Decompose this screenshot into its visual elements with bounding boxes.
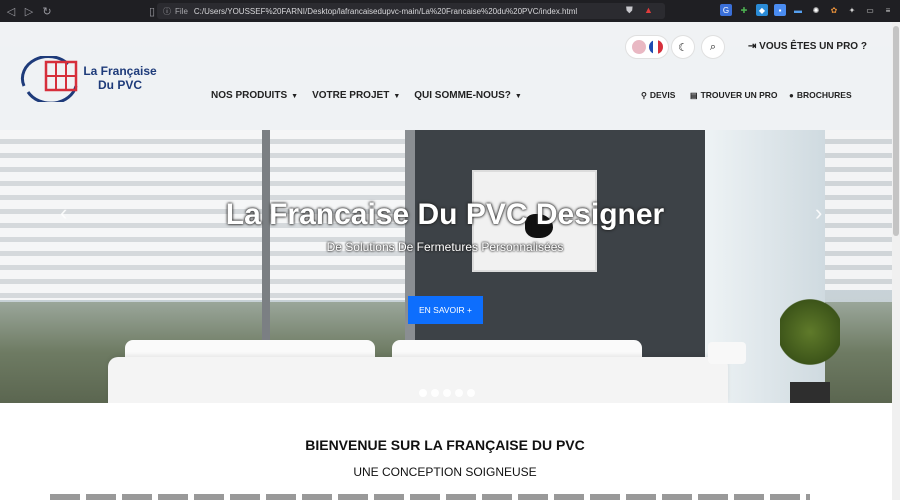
- nav-item-project[interactable]: VOTRE PROJET ▼: [312, 90, 400, 101]
- nav-item-about[interactable]: QUI SOMME-NOUS? ▼: [414, 90, 522, 101]
- dark-mode-toggle-icon[interactable]: ☾: [672, 36, 694, 58]
- quote-link[interactable]: ⚲ DEVIS: [641, 90, 675, 100]
- file-label: File: [175, 6, 188, 16]
- quote-label: DEVIS: [649, 90, 676, 100]
- language-switcher[interactable]: [626, 36, 668, 58]
- extension-icon[interactable]: ▬: [792, 4, 804, 16]
- browser-toolbar: ◁ ▷ ↻ ▯ ⓘ File C:/Users/YOUSSEF%20FARNI/…: [0, 0, 900, 22]
- plant: [780, 297, 840, 367]
- welcome-subheading: UNE CONCEPTION SOIGNEUSE: [353, 465, 537, 479]
- document-icon: ▤: [690, 91, 698, 100]
- brochures-link[interactable]: ● BROCHURES: [789, 90, 852, 100]
- extension-icon[interactable]: ✚: [738, 4, 750, 16]
- body-text-line: [50, 494, 810, 500]
- puzzle-icon[interactable]: ✦: [846, 4, 858, 16]
- warning-icon[interactable]: ▲: [644, 5, 655, 16]
- plant-pot: [790, 382, 830, 403]
- nav-item-label: QUI SOMME-NOUS?: [414, 90, 511, 101]
- brochures-label: BROCHURES: [796, 90, 852, 100]
- carousel-dot[interactable]: [443, 389, 451, 397]
- settings-icon[interactable]: ✺: [810, 4, 822, 16]
- sofa: [108, 357, 728, 403]
- caret-down-icon: ▼: [393, 93, 401, 100]
- pro-link[interactable]: ⇥ VOUS ÊTES UN PRO ?: [748, 41, 867, 52]
- carousel-indicators: [419, 389, 475, 397]
- logo-line: La Française: [83, 64, 157, 78]
- caret-down-icon: ▼: [514, 93, 522, 100]
- logo-line: Du PVC: [97, 78, 142, 92]
- carousel-dot[interactable]: [455, 389, 463, 397]
- extension-icon[interactable]: ◆: [756, 4, 768, 16]
- carousel-dot[interactable]: [467, 389, 475, 397]
- info-icon: ⓘ: [163, 6, 171, 16]
- carousel-dot[interactable]: [419, 389, 427, 397]
- pin-icon: ⚲: [641, 91, 647, 100]
- page-scrollbar[interactable]: [892, 22, 900, 500]
- main-navigation: NOS PRODUITS ▼ VOTRE PROJET ▼ QUI SOMME-NO…: [211, 90, 522, 101]
- translate-icon[interactable]: G: [720, 4, 732, 16]
- sidebar-icon[interactable]: ▭: [864, 4, 876, 16]
- site-header: La Française Du PVC ☾ ⌕ ⇥ VOUS ÊTES UN P…: [0, 22, 892, 130]
- search-icon[interactable]: ⌕: [702, 36, 724, 58]
- pro-link-label: VOUS ÊTES UN PRO ?: [759, 41, 867, 52]
- save-icon[interactable]: ▪: [774, 4, 786, 16]
- back-icon[interactable]: ◁: [4, 4, 18, 18]
- fr-flag-icon[interactable]: [648, 40, 663, 54]
- login-icon: ⇥: [748, 41, 757, 52]
- logo-text: La Française Du PVC: [82, 64, 158, 92]
- forward-icon[interactable]: ▷: [22, 4, 36, 18]
- menu-icon[interactable]: ≡: [882, 4, 894, 16]
- window-logo-icon: [20, 55, 78, 105]
- find-pro-label: TROUVER UN PRO: [700, 90, 778, 100]
- reload-icon[interactable]: ↻: [40, 4, 54, 18]
- hero-title: La Francaise Du PVC Designer: [225, 198, 665, 231]
- nav-item-label: NOS PRODUITS: [211, 90, 288, 101]
- welcome-heading: BIENVENUE SUR LA FRANÇAISE DU PVC: [305, 437, 585, 453]
- learn-more-button[interactable]: EN SAVOIR +: [408, 296, 483, 324]
- scrollbar-thumb[interactable]: [893, 26, 899, 236]
- lamp: [708, 342, 746, 364]
- caret-down-icon: ▼: [291, 93, 299, 100]
- site-logo[interactable]: La Française Du PVC: [20, 55, 160, 105]
- uk-flag-icon[interactable]: [631, 40, 646, 54]
- find-pro-link[interactable]: ▤ TROUVER UN PRO: [690, 90, 778, 100]
- web-page: ‹ › La Francaise Du PVC Designer De Solu…: [0, 22, 892, 500]
- nav-item-label: VOTRE PROJET: [312, 90, 390, 101]
- address-bar[interactable]: ⓘ File C:/Users/YOUSSEF%20FARNI/Desktop/…: [157, 3, 665, 19]
- shield-icon[interactable]: ⛊: [626, 5, 637, 16]
- nav-item-products[interactable]: NOS PRODUITS ▼: [211, 90, 298, 101]
- extension-icon[interactable]: ✿: [828, 4, 840, 16]
- chat-icon: ●: [789, 91, 794, 100]
- hero-subtitle: De Solutions De Fermetures Personnalisée…: [326, 240, 564, 254]
- carousel-dot[interactable]: [431, 389, 439, 397]
- url-text: C:/Users/YOUSSEF%20FARNI/Desktop/lafranc…: [193, 6, 578, 16]
